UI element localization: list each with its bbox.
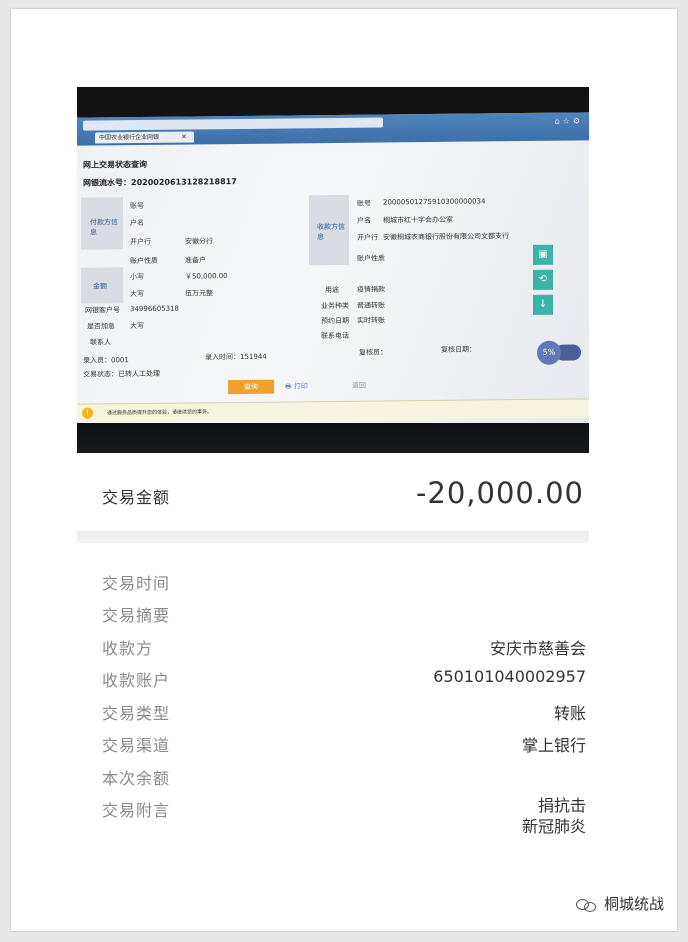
notice-text: 通过服务品质提升您的体验，请继续您的事务。 <box>107 409 213 417</box>
business-type-value: 普通转账 <box>357 301 385 310</box>
payee-name: 桐城市红十字会办公室 <box>383 215 453 225</box>
source-name: 桐城统战 <box>603 895 664 913</box>
side-icon-1[interactable]: ▣ <box>533 244 553 265</box>
reviewer-label: 复核员： <box>359 348 387 357</box>
purpose-value: 疫情捐款 <box>357 285 385 294</box>
side-icon-2[interactable]: ⟲ <box>533 269 553 290</box>
amount-label: 交易金额 <box>102 488 171 507</box>
value-channel: 掌上银行 <box>521 736 586 755</box>
label-type: 交易类型 <box>102 704 171 723</box>
purpose-label: 用途 <box>325 285 339 295</box>
label-balance: 本次余额 <box>102 769 171 788</box>
label-time: 交易时间 <box>102 574 171 593</box>
browser-screen: 中国农业银行企业网银 × ⌂☆⚙ 网上交易状态查询 网银流水号：20200206… <box>77 112 589 436</box>
small-value: ￥50,000.00 <box>185 272 228 281</box>
payer-header: 付款方信息 <box>90 218 118 237</box>
payer-bank: 安徽分行 <box>185 237 213 246</box>
label-summary: 交易摘要 <box>102 606 171 625</box>
label-memo: 交易附言 <box>102 801 171 820</box>
back-button[interactable]: 返回 <box>352 381 366 391</box>
review-date-label: 复核日期： <box>441 345 476 354</box>
payee-name-label: 户名 <box>357 216 371 225</box>
operator-label: 录入员：0001 <box>83 356 129 365</box>
big-label-2: 大写 <box>130 321 144 331</box>
status-label: 交易状态：已转人工处理 <box>83 369 160 379</box>
memo-line-2: 新冠肺炎 <box>521 817 586 836</box>
value-memo: 捐抗击 新冠肺炎 <box>522 795 586 837</box>
browser-icons[interactable]: ⌂☆⚙ <box>555 116 583 125</box>
browser-toolbar: 中国农业银行企业网银 × ⌂☆⚙ <box>77 112 589 146</box>
payee-account: 20000501275910300000034 <box>383 197 486 207</box>
speed-badge: 5% <box>537 340 561 365</box>
cust-no-value: 34996605318 <box>130 304 179 314</box>
cust-no-label: 网银客户号 <box>85 306 120 315</box>
info-icon: ! <box>82 407 93 419</box>
small-label: 小写 <box>130 272 144 282</box>
browser-tab[interactable]: 中国农业银行企业网银 <box>95 131 194 144</box>
value-account: 650101040002957 <box>433 667 586 686</box>
memo-line-1: 捐抗击 <box>537 796 586 815</box>
source-watermark: 桐城统战 <box>575 893 664 914</box>
payer-account-label: 账号 <box>130 201 144 211</box>
query-button[interactable]: 查询 <box>228 379 274 395</box>
payee-bank-label: 开户行 <box>357 233 378 242</box>
monitor-photo: 中国农业银行企业网银 × ⌂☆⚙ 网上交易状态查询 网银流水号：20200206… <box>77 87 589 453</box>
business-type-label: 业务种类 <box>321 301 349 311</box>
payee-header: 收款方信息 <box>317 222 345 242</box>
contact-phone-label: 联系电话 <box>321 331 349 341</box>
payer-name-label: 户名 <box>130 218 144 228</box>
value-type: 转账 <box>553 704 586 723</box>
side-icon-3[interactable]: ↓ <box>533 294 553 315</box>
entry-time-label: 录入时间：151944 <box>205 352 267 362</box>
payer-type: 准备户 <box>185 256 206 265</box>
print-button[interactable]: 🖶 打印 <box>285 381 308 393</box>
close-icon[interactable]: × <box>181 133 187 141</box>
payee-account-label: 账号 <box>357 199 371 208</box>
label-payee: 收款方 <box>102 639 154 658</box>
amount-value: -20,000.00 <box>415 476 584 510</box>
contact-person-label: 联系人 <box>90 338 111 347</box>
serial-label: 网银流水号：2020020613128218817 <box>83 177 237 188</box>
big-label: 大写 <box>130 289 144 299</box>
urgent-label: 是否加急 <box>87 322 115 331</box>
page-title: 网上交易状态查询 <box>83 159 147 170</box>
wechat-icon <box>575 898 598 912</box>
date-value: 实时转账 <box>357 316 385 325</box>
payee-bank: 安徽桐城农商银行股份有限公司文都支行 <box>383 232 509 242</box>
payer-bank-label: 开户行 <box>130 237 151 247</box>
payee-type-label: 账户性质 <box>357 254 385 263</box>
big-value: 伍万元整 <box>185 289 213 298</box>
amount-header: 金额 <box>93 282 107 291</box>
printer-icon: 🖶 <box>285 382 294 391</box>
payer-type-label: 账户性质 <box>130 256 158 266</box>
value-payee: 安庆市慈善会 <box>489 639 586 658</box>
taskbar <box>77 423 589 453</box>
date-label: 预约日期 <box>321 316 349 326</box>
tab-title: 中国农业银行企业网银 <box>99 133 160 142</box>
address-bar[interactable] <box>83 117 383 131</box>
label-channel: 交易渠道 <box>102 736 171 755</box>
label-account: 收款账户 <box>102 671 171 690</box>
divider <box>77 531 589 543</box>
